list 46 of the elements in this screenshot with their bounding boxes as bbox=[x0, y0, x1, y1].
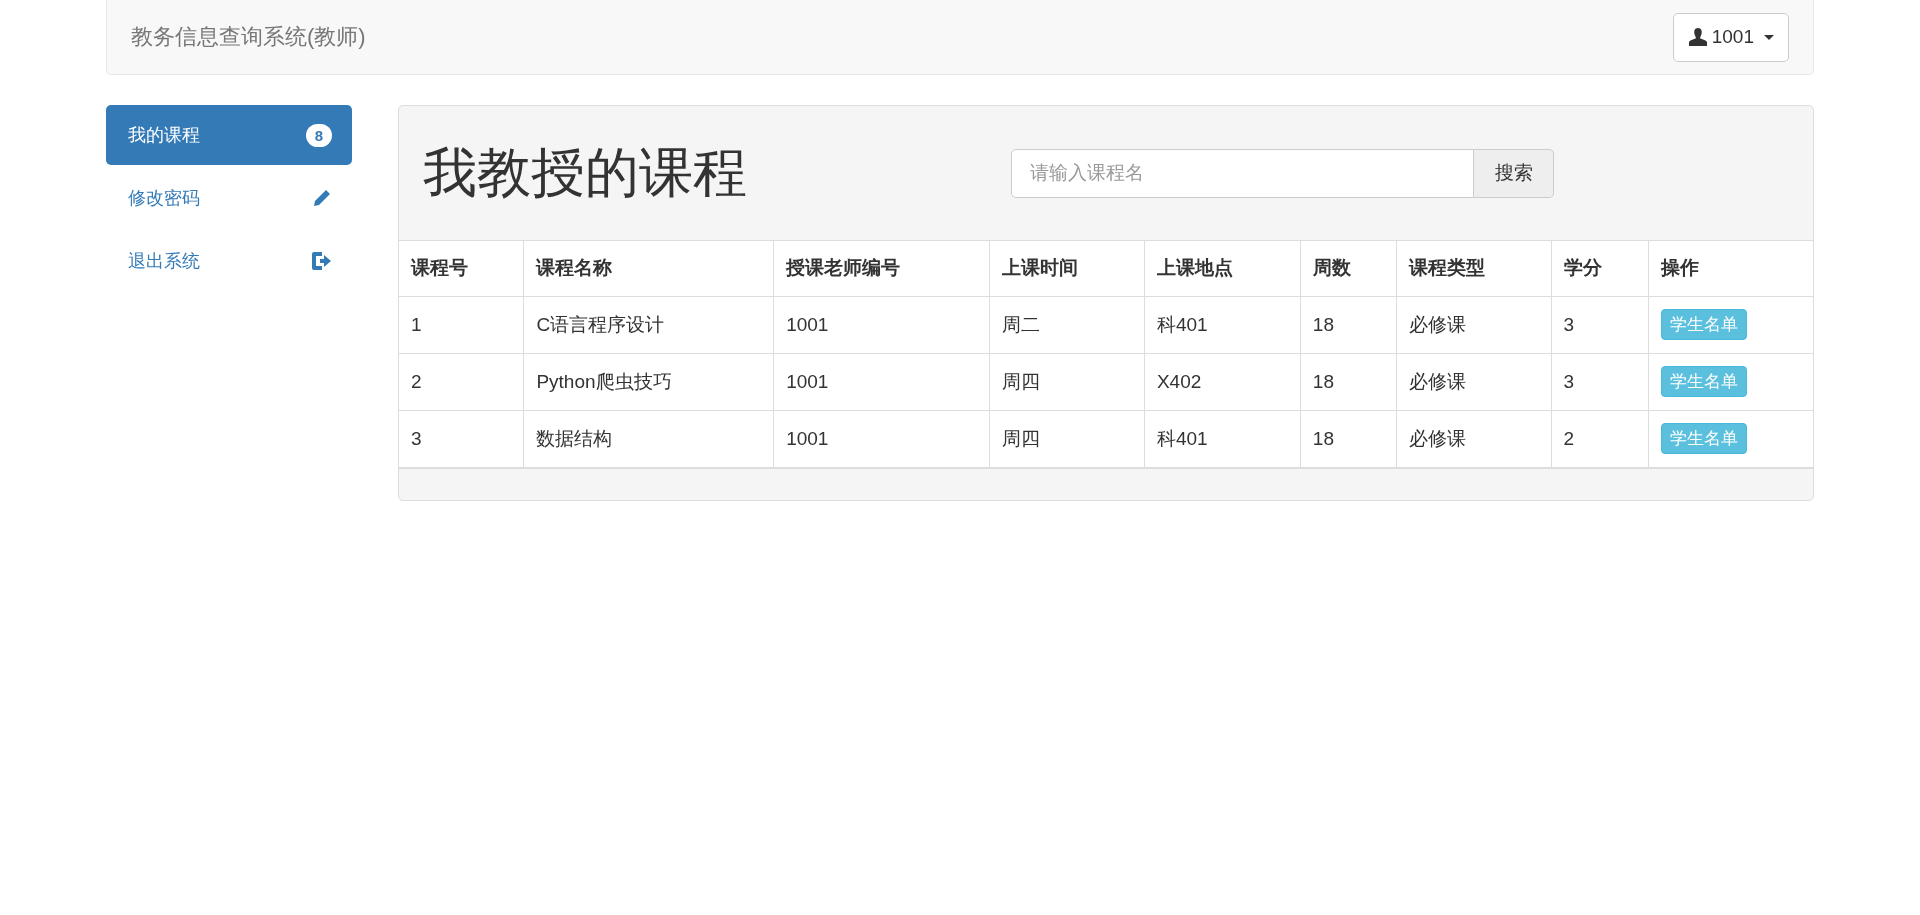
column-header: 课程号 bbox=[399, 241, 524, 296]
table-cell: 科401 bbox=[1144, 296, 1301, 353]
column-header: 课程类型 bbox=[1396, 241, 1552, 296]
table-cell: 必修课 bbox=[1396, 296, 1552, 353]
table-cell: C语言程序设计 bbox=[523, 296, 774, 353]
page-title: 我教授的课程 bbox=[423, 140, 748, 204]
sidebar-item[interactable]: 修改密码 bbox=[106, 168, 352, 228]
table-cell: 周四 bbox=[989, 353, 1145, 410]
column-header: 上课时间 bbox=[989, 241, 1145, 296]
table-cell: 3 bbox=[399, 410, 524, 467]
table-cell: 1 bbox=[399, 296, 524, 353]
pencil-icon bbox=[312, 188, 332, 208]
table-cell: 2 bbox=[1551, 410, 1648, 467]
table-cell: 数据结构 bbox=[523, 410, 774, 467]
table-cell: 1001 bbox=[773, 410, 990, 467]
sign-out-icon bbox=[310, 251, 332, 271]
user-icon bbox=[1687, 27, 1708, 47]
table-cell: 18 bbox=[1300, 296, 1397, 353]
sidebar-item[interactable]: 退出系统 bbox=[106, 231, 352, 291]
search-button[interactable]: 搜索 bbox=[1474, 148, 1554, 198]
table-cell: 3 bbox=[1551, 296, 1648, 353]
table-cell: 3 bbox=[1551, 353, 1648, 410]
table-cell: 2 bbox=[399, 353, 524, 410]
column-header: 操作 bbox=[1648, 241, 1813, 296]
table-cell: 必修课 bbox=[1396, 410, 1552, 467]
table-cell: 科401 bbox=[1144, 410, 1301, 467]
table-cell: 周四 bbox=[989, 410, 1145, 467]
table-cell: 1001 bbox=[773, 296, 990, 353]
table-cell: 周二 bbox=[989, 296, 1145, 353]
brand-title: 教务信息查询系统(教师) bbox=[131, 23, 366, 51]
count-badge: 8 bbox=[305, 123, 332, 147]
table-cell: X402 bbox=[1144, 353, 1301, 410]
table-cell: 必修课 bbox=[1396, 353, 1552, 410]
column-header: 上课地点 bbox=[1144, 241, 1301, 296]
column-header: 周数 bbox=[1300, 241, 1397, 296]
column-header: 授课老师编号 bbox=[773, 241, 990, 296]
table-cell: 18 bbox=[1300, 353, 1397, 410]
column-header: 课程名称 bbox=[523, 241, 774, 296]
column-header: 学分 bbox=[1551, 241, 1648, 296]
caret-icon bbox=[1764, 34, 1774, 40]
table-cell: 1001 bbox=[773, 353, 990, 410]
table-cell: 18 bbox=[1300, 410, 1397, 467]
sidebar-item[interactable]: 我的课程 8 bbox=[106, 105, 352, 165]
table-cell: Python爬虫技巧 bbox=[523, 353, 774, 410]
user-menu-button[interactable]: 1001 bbox=[1672, 12, 1789, 62]
search-field[interactable]: 请输入课程名 bbox=[1011, 148, 1474, 198]
